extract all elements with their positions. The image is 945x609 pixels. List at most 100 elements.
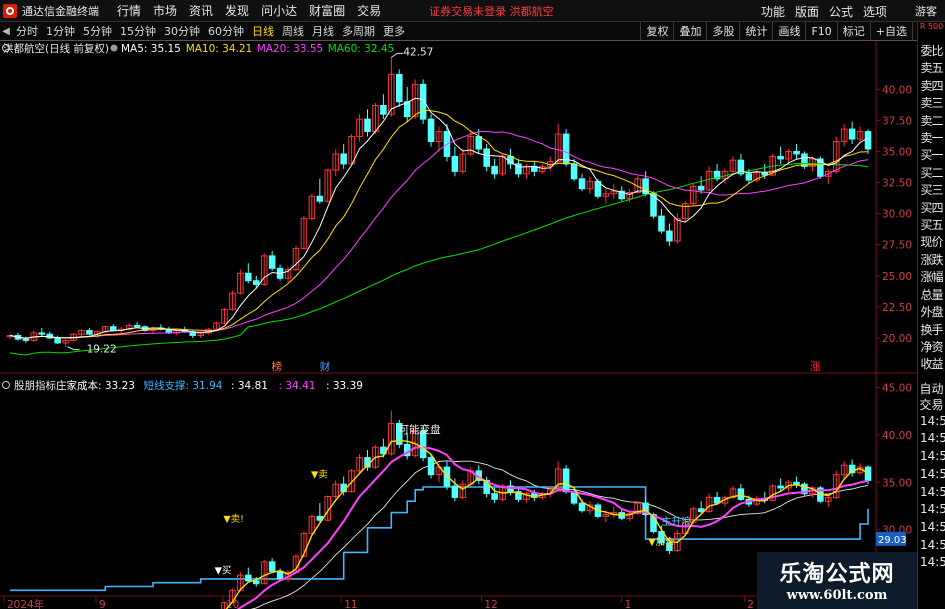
- candle-body: [848, 128, 856, 140]
- toolbar-collapse-icon[interactable]: ◀: [0, 26, 12, 37]
- sub-tick-label-2: 35.00: [882, 477, 912, 489]
- menu-item-5[interactable]: 财富圈: [309, 2, 345, 19]
- main-tick-label-7: 22.50: [882, 302, 912, 314]
- period-tab-6[interactable]: 日线: [248, 23, 278, 39]
- sub-candle-body: [562, 468, 570, 493]
- period-tab-0[interactable]: 分时: [12, 23, 42, 39]
- event-marker-2: 涨: [810, 361, 821, 373]
- guest-label[interactable]: 游客: [915, 3, 937, 19]
- period-tab-10[interactable]: 更多: [379, 23, 409, 39]
- period-tab-5[interactable]: 60分钟: [204, 23, 248, 39]
- ma-legend-2: MA20: 33.55: [257, 43, 324, 55]
- menu-item-2[interactable]: 资讯: [189, 2, 213, 19]
- login-status[interactable]: 证券交易未登录 洪都航空: [429, 3, 554, 19]
- auto-trade-label-1[interactable]: 交易: [918, 397, 945, 413]
- period-tab-7[interactable]: 周线: [278, 23, 308, 39]
- sub-candle-body: [427, 457, 435, 476]
- candle-body: [364, 118, 371, 133]
- sub-candle-body: [793, 481, 800, 485]
- quote-field-14: 总量: [920, 287, 943, 302]
- candle-body: [864, 131, 872, 150]
- signal-marker-2: ▼加仓: [648, 536, 675, 548]
- candle-body: [427, 118, 435, 143]
- main-tick-label-1: 37.50: [882, 115, 912, 127]
- tool-button-1[interactable]: 叠加: [673, 22, 706, 41]
- candle-body: [697, 185, 705, 191]
- chart-tools: 复权叠加多股统计画线F10标记+自选返回: [640, 22, 945, 41]
- x-label-6: 2: [747, 599, 754, 609]
- sub-candle-body: [491, 493, 498, 500]
- candle-body: [491, 165, 498, 175]
- watermark-title: 乐淘公式网: [779, 562, 895, 587]
- stock-name-label: 洪都航空(日线 前复权): [3, 42, 109, 55]
- tick-time-2: 14:56: [920, 449, 945, 464]
- tool-button-6[interactable]: 标记: [836, 22, 870, 41]
- period-tab-4[interactable]: 30分钟: [160, 23, 204, 39]
- support-step-line: [10, 486, 869, 592]
- candle-body: [745, 173, 753, 181]
- menu-right-item-3[interactable]: 选项: [863, 3, 887, 20]
- current-value-label: 29.03: [878, 535, 907, 546]
- r500-badge[interactable]: R 500: [918, 22, 945, 43]
- period-tab-3[interactable]: 15分钟: [116, 23, 160, 39]
- candle-body: [658, 215, 665, 232]
- candle-body: [86, 329, 93, 335]
- ma-settings-icon: [110, 44, 118, 52]
- tick-time-5: 14:56: [920, 502, 945, 517]
- candle-body: [380, 104, 387, 115]
- sub-candle-body: [252, 580, 260, 585]
- menu-item-4[interactable]: 问小达: [261, 2, 297, 19]
- quote-field-16: 换手: [920, 322, 943, 337]
- candle-body: [403, 101, 411, 118]
- candle-body: [22, 338, 30, 341]
- menu-right-item-1[interactable]: 版面: [795, 3, 819, 20]
- candle-body: [316, 195, 324, 202]
- quote-field-18: 收益: [920, 357, 943, 372]
- watermark-url: www.60lt.com: [786, 588, 888, 603]
- period-tab-1[interactable]: 1分钟: [42, 23, 79, 39]
- candle-body: [570, 163, 578, 180]
- period-tab-9[interactable]: 多周期: [338, 23, 379, 39]
- menu-item-1[interactable]: 市场: [153, 2, 177, 19]
- kline-chart-area[interactable]: 40.00 37.50 35.00 32.50 30.00 27.50 25.00 22.50…: [0, 41, 917, 609]
- main-tick-label-4: 30.00: [882, 209, 912, 221]
- tick-time-4: 14:56: [920, 484, 945, 499]
- menu-right-item-0[interactable]: 功能: [761, 3, 785, 20]
- candle-body: [666, 230, 673, 242]
- main-tick-label-5: 27.50: [882, 240, 912, 252]
- menu-item-0[interactable]: 行情: [117, 2, 141, 19]
- candle-body: [395, 73, 403, 103]
- candle-body: [245, 272, 252, 282]
- tool-button-2[interactable]: 多股: [706, 22, 739, 41]
- quote-field-15: 外盘: [920, 305, 943, 320]
- tool-button-7[interactable]: +自选: [869, 22, 912, 41]
- low-price-label: 19.22: [87, 344, 117, 356]
- quote-field-17: 净资: [920, 339, 943, 354]
- app-logo-icon: [3, 3, 17, 18]
- period-tab-8[interactable]: 月线: [308, 23, 338, 39]
- quote-field-9: 买四: [920, 200, 943, 215]
- period-tab-2[interactable]: 5分钟: [79, 23, 116, 39]
- tick-time-1: 14:56: [920, 431, 945, 446]
- main-tick-label-6: 25.00: [882, 271, 912, 283]
- quote-field-11: 现价: [920, 235, 943, 250]
- tool-button-3[interactable]: 统计: [739, 22, 772, 41]
- sub-legend-0: 庄家成本: 33.23: [56, 379, 135, 392]
- x-label-5: 1: [625, 599, 632, 609]
- x-label-3: 11: [344, 599, 357, 609]
- quote-field-2: 卖四: [920, 78, 943, 93]
- menu-item-3[interactable]: 发现: [225, 2, 249, 19]
- tool-button-5[interactable]: F10: [805, 22, 836, 41]
- period-toolbar: ◀ 分时 1分钟 5分钟 15分钟 30分钟 60分钟 日线 周线 月线 多周期 更多 复权 叠加 多股…: [0, 22, 945, 41]
- menu-item-6[interactable]: 交易: [357, 2, 381, 19]
- tool-button-0[interactable]: 复权: [640, 22, 673, 41]
- sub-indicator-name: 股朋指标: [14, 379, 56, 392]
- quote-field-5: 卖一: [920, 131, 943, 146]
- auto-trade-label-0[interactable]: 自动: [918, 381, 945, 397]
- menu-right-item-2[interactable]: 公式: [829, 3, 853, 20]
- sub-candle-body: [276, 570, 284, 580]
- candle-body: [475, 136, 483, 150]
- quote-panel: R 500 委比 卖五 卖四 卖三 卖二 卖一 买一 买二 买三 买四 买五 现价 涨跌 涨幅 总量 外盘 换手…: [917, 22, 945, 609]
- x-label-0: 2024年: [7, 598, 44, 609]
- tool-button-4[interactable]: 画线: [772, 22, 805, 41]
